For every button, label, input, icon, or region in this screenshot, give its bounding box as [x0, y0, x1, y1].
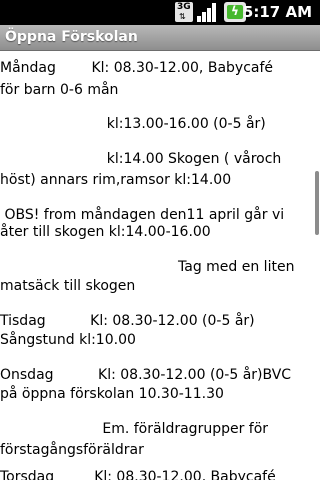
- signal-strength-icon: [197, 2, 219, 22]
- text-line: förstagångsföräldrar: [0, 442, 144, 458]
- schedule-text-view[interactable]: Måndag Kl: 08.30-12.00, Babycafé för bar…: [0, 51, 320, 480]
- text-line: Em. föräldragrupper för: [0, 421, 269, 437]
- text-line: höst) annars rim,ramsor kl:14.00: [0, 172, 232, 188]
- data-arrows-icon: ⇅: [179, 12, 186, 21]
- text-line: på öppna förskolan 10.30-11.30: [0, 386, 224, 402]
- status-bar: 3G ⇅ ϟ 5:17 AM: [0, 0, 320, 25]
- network-type-label: 3G: [177, 2, 191, 12]
- status-time: 5:17 AM: [242, 3, 312, 21]
- text-line: matsäck till skogen: [0, 278, 136, 294]
- scrollbar[interactable]: [315, 171, 319, 235]
- text-line: för barn 0-6 mån: [0, 82, 119, 98]
- 3g-network-icon: 3G ⇅: [175, 2, 193, 22]
- title-bar: Öppna Förskolan: [0, 25, 320, 51]
- text-line: Måndag Kl: 08.30-12.00, Babycafé: [0, 60, 274, 76]
- text-line: åter till skogen kl:14.00-16.00: [0, 224, 211, 240]
- text-line: Sångstund kl:10.00: [0, 332, 136, 348]
- text-line: kl:13.00-16.00 (0-5 år): [0, 116, 266, 132]
- text-line: kl:14.00 Skogen ( våroch: [0, 151, 282, 167]
- page-title: Öppna Förskolan: [5, 29, 138, 45]
- text-line: Torsdag Kl: 08.30-12.00, Babycafé: [0, 469, 276, 480]
